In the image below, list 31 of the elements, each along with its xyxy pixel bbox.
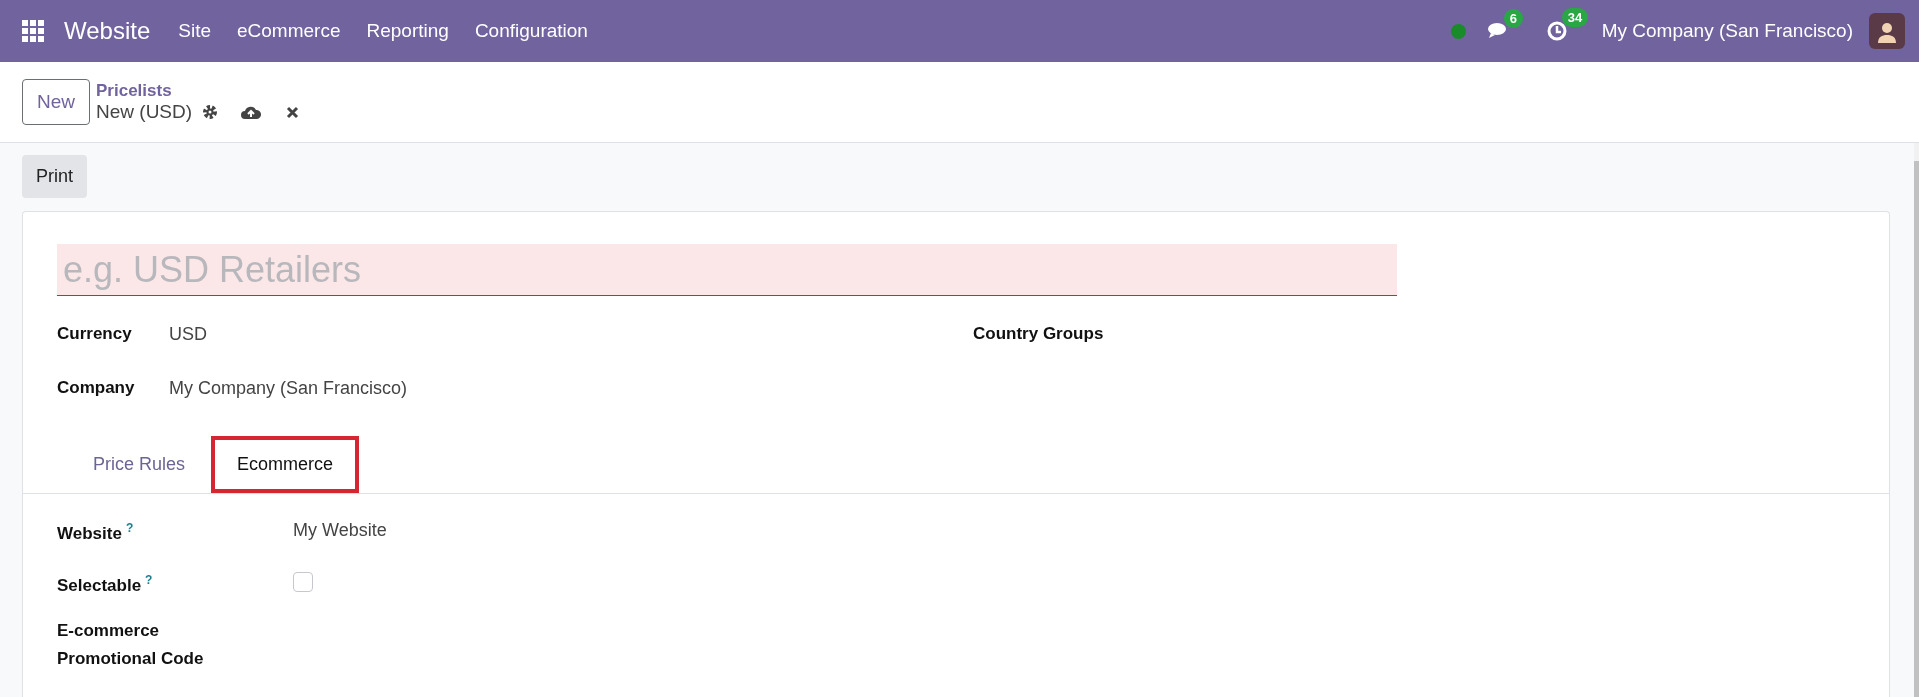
field-label: Selectable $^{?}$ [57,571,154,597]
tab[interactable]: Price Rules [67,436,212,493]
menu-item[interactable]: Site [178,20,211,42]
menu-item[interactable]: Configuration [474,20,588,42]
close-icon[interactable] [286,105,300,119]
field-value[interactable]: USD [169,323,207,345]
field-label: Company [57,377,136,399]
tab[interactable]: Ecommerce [211,436,360,493]
app-name[interactable]: Website [64,17,151,45]
field-value[interactable]: My Website [293,520,387,542]
settings-icon[interactable] [202,104,219,120]
name-field[interactable]: e.g. USD Retailers [57,244,1397,296]
field-label: Website $^{?}$ [57,520,135,545]
user-avatar[interactable] [1869,13,1905,49]
field-value[interactable]: My Company (San Francisco) [169,377,408,399]
company-name[interactable]: My Company (San Francisco) [1601,20,1853,42]
app-grid-icon[interactable] [22,20,44,42]
clock-icon[interactable] [1545,20,1568,42]
record-title: New (USD) [96,101,193,123]
activity-count-badge: 34 [1561,8,1589,27]
field-label: E-commerce Promotional Code [57,620,205,671]
message-count-badge: 6 [1503,9,1523,28]
menu-item[interactable]: Reporting [366,20,449,42]
menu-item[interactable]: eCommerce [237,20,341,42]
field-label: Currency [57,323,133,345]
print-button[interactable]: Print [22,155,87,198]
checkbox[interactable] [293,572,313,593]
breadcrumb-link[interactable]: Pricelists [96,81,300,101]
new-button[interactable]: New [22,79,90,125]
cloud-upload-icon[interactable] [240,104,263,120]
field-label: Country Groups [973,323,1105,345]
